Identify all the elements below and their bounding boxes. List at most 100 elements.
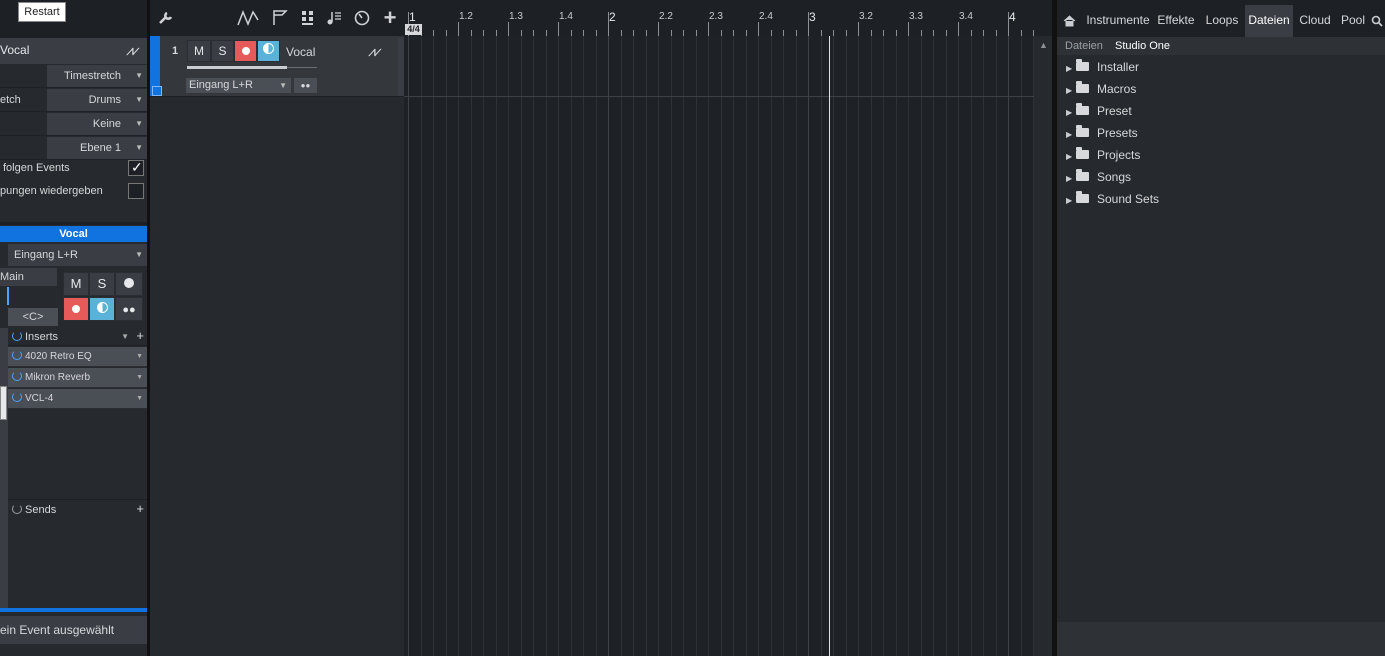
insert-slot[interactable]: 4020 Retro EQ ▼ <box>8 347 147 367</box>
layer-dropdown[interactable]: Ebene 1 ▼ <box>47 137 147 159</box>
grid-icon[interactable] <box>296 0 320 40</box>
timeline-ruler[interactable]: 1 1.2 1.3 1.4 2 2.2 2.3 2.4 3 3.2 3.3 3.4 4 <box>404 0 1052 37</box>
channel-solo-button[interactable]: S <box>89 272 115 296</box>
track-automation-icon[interactable] <box>152 86 162 96</box>
grid-line <box>658 36 659 656</box>
power-icon[interactable] <box>12 371 22 381</box>
notation-icon[interactable] <box>322 0 346 40</box>
home-icon[interactable] <box>1057 5 1081 37</box>
search-icon[interactable] <box>1369 5 1385 37</box>
folder-item[interactable]: ▶ Preset <box>1066 102 1132 120</box>
track-monitor-button[interactable] <box>257 40 280 62</box>
tab-pool[interactable]: Pool <box>1339 5 1367 37</box>
folder-icon <box>1076 191 1089 203</box>
expand-caret-icon[interactable]: ▶ <box>1066 126 1076 144</box>
power-icon[interactable] <box>12 392 22 402</box>
track-header[interactable]: 1 M S Vocal ⩘⩗ Eingang L+R ▼ ●● <box>150 36 404 97</box>
automation-icon[interactable] <box>236 0 260 40</box>
row-label: etch <box>0 94 21 106</box>
expand-caret-icon[interactable]: ▶ <box>1066 82 1076 100</box>
playhead-cursor[interactable] <box>829 36 830 656</box>
expand-caret-icon[interactable]: ▶ <box>1066 60 1076 78</box>
ruler-tick <box>958 22 959 36</box>
event-status-bar: ein Event ausgewählt <box>0 616 147 644</box>
dropdown-value: Timestretch <box>63 70 121 82</box>
tab-instrumente[interactable]: Instrumente <box>1083 5 1153 37</box>
channel-fader-track[interactable] <box>0 328 8 608</box>
wrench-icon[interactable] <box>154 0 178 40</box>
grid-line <box>783 36 784 656</box>
folder-item[interactable]: ▶ Installer <box>1066 58 1139 76</box>
expand-caret-icon[interactable]: ▶ <box>1066 148 1076 166</box>
tab-effekte[interactable]: Effekte <box>1155 5 1197 37</box>
channel-record-button[interactable] <box>63 297 89 321</box>
track-solo-button[interactable]: S <box>211 40 234 62</box>
ruler-tick <box>758 22 759 36</box>
channel-listen-button[interactable] <box>115 272 143 296</box>
channel-monitor-button[interactable] <box>89 297 115 321</box>
channel-name-bar[interactable]: Vocal <box>0 226 147 242</box>
add-send-icon[interactable]: + <box>136 499 144 519</box>
power-icon[interactable] <box>12 331 22 341</box>
tab-dateien[interactable]: Dateien <box>1245 5 1293 37</box>
folder-item[interactable]: ▶ Songs <box>1066 168 1131 186</box>
scroll-up-icon[interactable]: ▲ <box>1039 40 1048 50</box>
arrangement-area[interactable] <box>404 36 1052 656</box>
dropdown-arrow-icon: ▼ <box>136 353 143 360</box>
breadcrumb-item[interactable]: Dateien <box>1065 37 1103 55</box>
timestretch-dropdown[interactable]: Timestretch ▼ <box>47 65 147 87</box>
track-mute-button[interactable]: M <box>187 40 211 62</box>
insert-slot[interactable]: VCL-4 ▼ <box>8 389 147 409</box>
toggle-icon: ●● <box>122 304 136 316</box>
add-insert-icon[interactable]: + <box>136 327 144 345</box>
tempo-mode-dropdown[interactable]: Drums ▼ <box>47 89 147 111</box>
breadcrumb-item[interactable]: Studio One <box>1115 37 1170 55</box>
expand-caret-icon[interactable]: ▶ <box>1066 192 1076 210</box>
channel-fader-handle[interactable] <box>0 386 7 420</box>
folder-icon <box>1076 169 1089 181</box>
inspector-track-title-bar[interactable]: Vocal ⩘⩗ <box>0 38 147 64</box>
expand-caret-icon[interactable]: ▶ <box>1066 170 1076 188</box>
marker-icon[interactable] <box>268 0 292 40</box>
track-volume-slider[interactable] <box>187 66 287 69</box>
play-overlaps-checkbox[interactable] <box>128 183 144 199</box>
expand-caret-icon[interactable]: ▶ <box>1066 104 1076 122</box>
folder-item[interactable]: ▶ Presets <box>1066 124 1138 142</box>
folder-item[interactable]: ▶ Projects <box>1066 146 1140 164</box>
insert-slot[interactable]: Mikron Reverb ▼ <box>8 368 147 388</box>
power-icon[interactable] <box>12 350 22 360</box>
power-icon[interactable] <box>12 504 22 514</box>
tempo-clock-icon[interactable] <box>350 0 374 40</box>
track-name[interactable]: Vocal <box>286 45 315 59</box>
track-input-toggle[interactable]: ●● <box>294 78 317 93</box>
pan-control[interactable]: <C> <box>8 308 58 326</box>
ruler-label: 3 <box>809 10 816 24</box>
track-record-button[interactable] <box>234 40 257 62</box>
track-number: 1 <box>172 45 179 57</box>
grid-line <box>945 36 947 656</box>
channel-input-dropdown[interactable]: Eingang L+R ▼ <box>8 244 147 266</box>
track-list <box>150 0 404 656</box>
inspector-splitter[interactable] <box>0 222 147 225</box>
arrangement-scrollbar[interactable]: ▲ <box>1034 36 1052 656</box>
channel-output-dropdown[interactable]: Main <box>0 268 57 286</box>
grid-line <box>508 36 509 656</box>
folder-item[interactable]: ▶ Macros <box>1066 80 1136 98</box>
grid-line <box>933 36 934 656</box>
tab-loops[interactable]: Loops <box>1201 5 1243 37</box>
follow-events-checkbox[interactable] <box>128 159 144 176</box>
groups-dropdown[interactable]: Keine ▼ <box>47 113 147 135</box>
time-signature[interactable]: 4/4 <box>405 24 422 35</box>
channel-mute-button[interactable]: M <box>63 272 89 296</box>
ruler-label: 4 <box>1009 10 1016 24</box>
ruler-tick <box>708 22 709 36</box>
grid-line <box>895 36 897 656</box>
ruler-label: 2.2 <box>659 11 673 22</box>
dropdown-arrow-icon[interactable]: ▼ <box>121 328 129 346</box>
tab-cloud[interactable]: Cloud <box>1297 5 1333 37</box>
plus-icon[interactable]: + <box>378 0 402 36</box>
ruler-tick <box>658 22 659 36</box>
track-input-dropdown[interactable]: Eingang L+R ▼ <box>186 78 291 93</box>
channel-input-toggle[interactable]: ●● <box>115 297 143 321</box>
folder-item[interactable]: ▶ Sound Sets <box>1066 190 1159 208</box>
